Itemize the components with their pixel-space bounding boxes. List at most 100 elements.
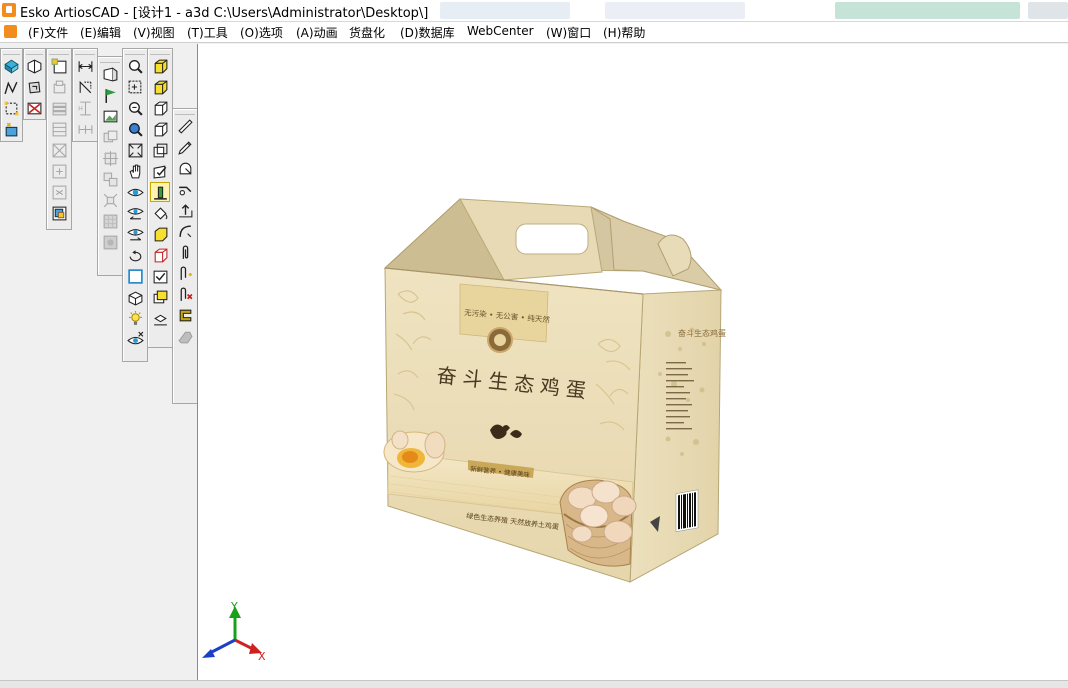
wire-cube-icon[interactable] bbox=[151, 99, 169, 117]
open-flap-icon[interactable] bbox=[101, 65, 119, 83]
box-3d-render: 奋斗生态鸡蛋 无污染 • 无公害 • 纯天然 奋斗生态鸡蛋 新鲜营养 • 健康美… bbox=[202, 198, 726, 663]
horizontal-dimension-icon[interactable] bbox=[76, 57, 94, 75]
rotate-view-icon[interactable] bbox=[126, 246, 144, 264]
svg-text:H: H bbox=[78, 104, 83, 112]
document-menu-icon[interactable] bbox=[4, 25, 17, 38]
artioscad-app-icon bbox=[2, 3, 16, 17]
toolbar-tools bbox=[172, 108, 198, 404]
new-sheet-icon[interactable] bbox=[50, 57, 68, 75]
title-bar: Esko ArtiosCAD - [设计1 - a3d C:\Users\Adm… bbox=[0, 0, 1068, 22]
explode-icon[interactable] bbox=[101, 191, 119, 209]
flag-icon[interactable] bbox=[101, 86, 119, 104]
clip-icon[interactable] bbox=[176, 243, 194, 261]
lift-arrow-icon[interactable] bbox=[176, 201, 194, 219]
pencil-icon[interactable] bbox=[176, 138, 194, 156]
fold-icon[interactable] bbox=[26, 57, 44, 75]
copy-part-icon[interactable] bbox=[101, 128, 119, 146]
menu-edit[interactable]: (E)编辑 bbox=[80, 24, 121, 41]
clip-spark-icon[interactable] bbox=[176, 264, 194, 282]
zoom-out-icon[interactable] bbox=[126, 99, 144, 117]
menu-webcenter[interactable]: WebCenter bbox=[467, 24, 534, 38]
y-axis-label: Y bbox=[230, 600, 238, 613]
base-shape-icon[interactable] bbox=[150, 182, 170, 202]
menu-tools[interactable]: (T)工具 bbox=[187, 24, 228, 41]
menu-help[interactable]: (H)帮助 bbox=[603, 24, 645, 41]
duplicate-icon[interactable] bbox=[101, 170, 119, 188]
paint-bucket-icon[interactable] bbox=[151, 204, 169, 222]
menu-animation[interactable]: (A)动画 bbox=[296, 24, 338, 41]
eye-left-icon[interactable] bbox=[126, 204, 144, 222]
toolbar-layers bbox=[46, 48, 72, 230]
hidden-line-cube-icon[interactable] bbox=[151, 141, 169, 159]
iso-view-icon[interactable] bbox=[126, 288, 144, 306]
solid-cube-icon[interactable] bbox=[151, 78, 169, 96]
layer-icon[interactable] bbox=[50, 78, 68, 96]
pan-hand-icon[interactable] bbox=[126, 162, 144, 180]
rotate-part-icon[interactable] bbox=[26, 78, 44, 96]
zoom-window-icon[interactable] bbox=[126, 78, 144, 96]
window-title: Esko ArtiosCAD - [设计1 - a3d C:\Users\Adm… bbox=[20, 6, 429, 21]
x-axis-label: X bbox=[258, 650, 266, 663]
outline-cube-icon[interactable] bbox=[151, 120, 169, 138]
yellow-box-icon[interactable] bbox=[151, 225, 169, 243]
open-box-hand-icon[interactable] bbox=[151, 309, 169, 327]
chain-dimension-icon[interactable] bbox=[76, 120, 94, 138]
align-out-icon[interactable] bbox=[50, 183, 68, 201]
taskbar-thumbnails bbox=[440, 0, 1068, 21]
menu-window[interactable]: (W)窗口 bbox=[546, 24, 591, 41]
checked-box-icon[interactable] bbox=[151, 267, 169, 285]
eye-right-icon[interactable] bbox=[126, 225, 144, 243]
menu-options[interactable]: (O)选项 bbox=[240, 24, 283, 41]
egg-yolk-image bbox=[383, 430, 446, 473]
toolbar-view-3d bbox=[23, 48, 46, 120]
frame-icon[interactable] bbox=[50, 120, 68, 138]
axis-triad: Y X bbox=[202, 600, 266, 663]
stack-icon[interactable] bbox=[50, 99, 68, 117]
zoom-extents-icon[interactable] bbox=[126, 141, 144, 159]
barcode bbox=[675, 489, 699, 533]
hide-view-icon[interactable] bbox=[126, 330, 144, 348]
zoom-icon[interactable] bbox=[126, 57, 144, 75]
bracket-icon[interactable] bbox=[176, 306, 194, 324]
toolbar-animation bbox=[97, 56, 123, 276]
stacked-box-icon[interactable] bbox=[151, 288, 169, 306]
toolbar-area: H bbox=[0, 44, 198, 680]
check-surface-icon[interactable] bbox=[151, 162, 169, 180]
eye-view-icon[interactable] bbox=[126, 183, 144, 201]
clip-remove-icon[interactable] bbox=[176, 285, 194, 303]
toolbar-view bbox=[122, 48, 148, 362]
red-box-icon[interactable] bbox=[151, 246, 169, 264]
handle-hole bbox=[515, 223, 589, 255]
lighting-icon[interactable] bbox=[126, 309, 144, 327]
texture-icon[interactable] bbox=[101, 212, 119, 230]
crossed-box-icon[interactable] bbox=[50, 141, 68, 159]
add-part-icon[interactable] bbox=[3, 120, 21, 138]
3d-viewport[interactable]: 奋斗生态鸡蛋 无污染 • 无公害 • 纯天然 奋斗生态鸡蛋 新鲜营养 • 健康美… bbox=[197, 44, 1068, 680]
menu-database[interactable]: (D)数据库 bbox=[400, 24, 455, 41]
cut-arc-icon[interactable] bbox=[176, 159, 194, 177]
palette-icon[interactable] bbox=[50, 204, 68, 222]
menu-palletization[interactable]: 货盘化 bbox=[349, 24, 385, 41]
angle-dimension-icon[interactable] bbox=[76, 78, 94, 96]
hand-tool-icon[interactable] bbox=[176, 327, 194, 345]
line-tool-icon[interactable] bbox=[3, 78, 21, 96]
ruler-icon[interactable] bbox=[176, 117, 194, 135]
select-region-icon[interactable] bbox=[3, 99, 21, 117]
move-part-icon[interactable] bbox=[101, 149, 119, 167]
pattern-icon[interactable] bbox=[101, 233, 119, 251]
vertical-dimension-icon[interactable]: H bbox=[76, 99, 94, 117]
zoom-fit-icon[interactable] bbox=[126, 120, 144, 138]
align-in-icon[interactable] bbox=[50, 162, 68, 180]
image-frame-icon[interactable] bbox=[101, 107, 119, 125]
viewport-icon[interactable] bbox=[126, 267, 144, 285]
bend-icon[interactable] bbox=[176, 180, 194, 198]
cutout-icon[interactable] bbox=[26, 99, 44, 117]
curve-icon[interactable] bbox=[176, 222, 194, 240]
toolbar-design bbox=[0, 48, 23, 142]
design-box-icon[interactable] bbox=[3, 57, 21, 75]
menu-view[interactable]: (V)视图 bbox=[133, 24, 175, 41]
side-product-title: 奋斗生态鸡蛋 bbox=[678, 328, 726, 338]
shaded-cube-icon[interactable] bbox=[151, 57, 169, 75]
menu-file[interactable]: (F)文件 bbox=[28, 24, 68, 41]
menu-bar: (F)文件 (E)编辑 (V)视图 (T)工具 (O)选项 (A)动画 货盘化 … bbox=[0, 22, 1068, 43]
